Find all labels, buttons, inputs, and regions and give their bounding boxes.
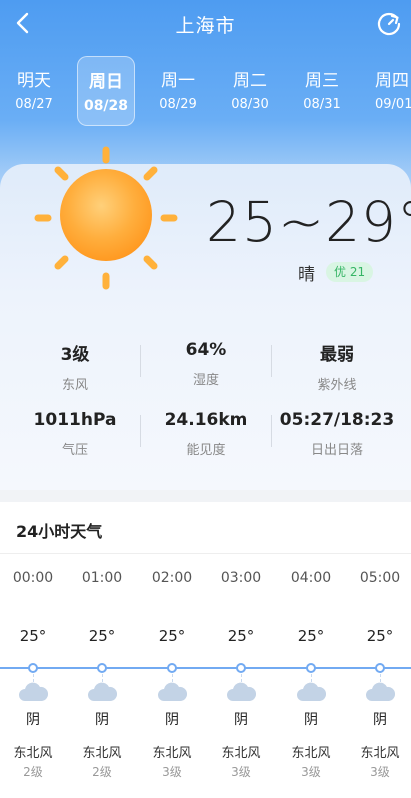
temp-drop-line <box>241 674 242 682</box>
hour-wind-level: 3级 <box>301 765 321 779</box>
hour-time: 01:00 <box>81 570 123 586</box>
hour-temp: 25° <box>88 627 116 645</box>
metric-value: 1011hPa <box>33 410 117 430</box>
metric-visibility: 24.16km 能见度 <box>141 410 271 458</box>
hourly-section-title: 24小时天气 <box>16 522 103 541</box>
day-name: 周一 <box>161 71 195 91</box>
day-name: 明天 <box>17 71 51 91</box>
day-name: 周日 <box>89 72 123 92</box>
hour-condition: 阴 <box>165 712 179 728</box>
day-tab-thursday[interactable]: 周四 09/01 <box>365 56 411 126</box>
metric-label: 东风 <box>61 378 88 393</box>
metric-label: 能见度 <box>186 443 226 458</box>
day-tab-wednesday[interactable]: 周三 08/31 <box>293 56 351 126</box>
day-tab-monday[interactable]: 周一 08/29 <box>149 56 207 126</box>
metric-label: 气压 <box>61 443 88 458</box>
day-tab-tuesday[interactable]: 周二 08/30 <box>221 56 279 126</box>
temp-drop-line <box>33 674 34 682</box>
day-name: 周四 <box>375 71 409 91</box>
hour-condition: 阴 <box>304 712 318 728</box>
hour-wind-level: 2级 <box>92 765 112 779</box>
cloud-icon <box>365 681 396 703</box>
city-title: 上海市 <box>175 15 236 37</box>
temp-point <box>28 663 38 673</box>
weather-condition: 晴 <box>298 265 315 285</box>
temp-drop-line <box>172 674 173 682</box>
metric-value: 64% <box>185 340 227 360</box>
hour-wind: 东北风 <box>221 746 261 761</box>
cloud-icon <box>18 681 49 703</box>
temp-point <box>306 663 316 673</box>
metric-humidity: 64% 湿度 <box>141 340 271 388</box>
hour-condition: 阴 <box>26 712 40 728</box>
day-date: 09/01 <box>375 97 411 112</box>
hour-wind-level: 3级 <box>370 765 390 779</box>
hour-wind: 东北风 <box>152 746 192 761</box>
metric-value: 24.16km <box>164 410 248 430</box>
day-selector: 明天 08/27 周日 08/28 周一 08/29 周二 08/30 周三 0… <box>0 56 411 126</box>
hour-temp: 25° <box>366 627 394 645</box>
hour-wind-level: 2级 <box>23 765 43 779</box>
day-date: 08/31 <box>303 97 341 112</box>
hour-time: 04:00 <box>290 570 332 586</box>
temp-drop-line <box>102 674 103 682</box>
hour-temp: 25° <box>19 627 47 645</box>
section-divider <box>0 553 411 554</box>
hour-wind: 东北风 <box>291 746 331 761</box>
hour-temp: 25° <box>227 627 255 645</box>
day-tab-sunday[interactable]: 周日 08/28 <box>77 56 135 126</box>
temp-point <box>236 663 246 673</box>
hour-wind: 东北风 <box>360 746 400 761</box>
hour-wind: 东北风 <box>13 746 53 761</box>
hour-temp: 25° <box>158 627 186 645</box>
metric-value: 05:27/18:23 <box>279 410 395 430</box>
hour-wind-level: 3级 <box>162 765 182 779</box>
day-tab-tomorrow[interactable]: 明天 08/27 <box>5 56 63 126</box>
cloud-icon <box>226 681 257 703</box>
hour-time: 02:00 <box>151 570 193 586</box>
hour-wind-level: 3级 <box>231 765 251 779</box>
metric-value: 最弱 <box>320 345 354 365</box>
temp-point <box>97 663 107 673</box>
aqi-badge[interactable]: 优 21 <box>326 262 374 282</box>
metric-value: 3级 <box>60 345 90 365</box>
refresh-icon[interactable] <box>375 10 403 38</box>
day-date: 08/30 <box>231 97 269 112</box>
sun-icon <box>32 144 180 292</box>
hour-time: 00:00 <box>12 570 54 586</box>
temp-point <box>375 663 385 673</box>
metric-uv: 最弱 紫外线 <box>272 340 402 393</box>
temp-drop-line <box>311 674 312 682</box>
cloud-icon <box>296 681 327 703</box>
metric-label: 日出日落 <box>310 443 363 458</box>
section-gap <box>0 490 411 502</box>
metric-label: 紫外线 <box>317 378 357 393</box>
metric-label: 湿度 <box>192 373 219 388</box>
day-date: 08/29 <box>159 97 197 112</box>
metric-pressure: 1011hPa 气压 <box>10 410 140 458</box>
hour-time: 03:00 <box>220 570 262 586</box>
top-bar: 上海市 <box>0 0 411 48</box>
temp-point <box>167 663 177 673</box>
temp-drop-line <box>380 674 381 682</box>
cloud-icon <box>87 681 118 703</box>
day-date: 08/27 <box>15 97 53 112</box>
day-name: 周二 <box>233 71 267 91</box>
hour-temp: 25° <box>297 627 325 645</box>
cloud-icon <box>157 681 188 703</box>
metric-wind: 3级 东风 <box>10 340 140 393</box>
hour-condition: 阴 <box>373 712 387 728</box>
day-name: 周三 <box>305 71 339 91</box>
hour-condition: 阴 <box>234 712 248 728</box>
hour-wind: 东北风 <box>82 746 122 761</box>
day-date: 08/28 <box>83 98 129 114</box>
hour-time: 05:00 <box>359 570 401 586</box>
temperature-range: 25~29° <box>206 190 411 254</box>
metric-sunrise-sunset: 05:27/18:23 日出日落 <box>272 410 402 458</box>
hour-condition: 阴 <box>95 712 109 728</box>
